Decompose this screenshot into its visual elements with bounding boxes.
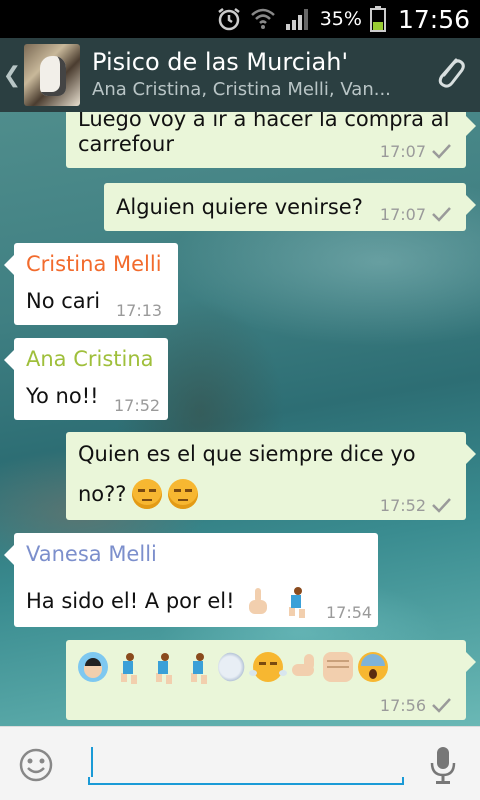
- paperclip-icon: [432, 52, 468, 98]
- message-outgoing[interactable]: Luego voy a ir a hacer la compra al carr…: [66, 112, 476, 168]
- input-underline-cap: [88, 777, 90, 785]
- message-time: 17:07: [379, 142, 426, 161]
- message-sender: Ana Cristina: [26, 347, 154, 371]
- check-icon: [430, 496, 452, 518]
- attach-button[interactable]: [420, 52, 480, 98]
- message-outgoing[interactable]: Quien es el que siempre dice yo no?? 17:…: [66, 432, 476, 520]
- dash-icon: [218, 652, 248, 682]
- chat-participants: Ana Cristina, Cristina Melli, Van...: [92, 79, 391, 100]
- message-time: 17:13: [116, 301, 163, 320]
- message-outgoing[interactable]: 17:56: [66, 640, 476, 720]
- status-bar: 35% 17:56: [0, 0, 480, 38]
- runner-icon: [183, 652, 213, 682]
- message-text: no??: [78, 482, 127, 506]
- message-text: Quien es el que siempre dice yo: [78, 442, 416, 466]
- smiley-icon[interactable]: [18, 747, 54, 787]
- message-text: carrefour: [78, 132, 174, 156]
- microphone-icon[interactable]: [428, 745, 458, 789]
- cold-sweat-icon: [78, 652, 108, 682]
- unamused-face-icon: [132, 479, 163, 509]
- runner-icon: [281, 586, 311, 616]
- check-icon: [430, 696, 452, 718]
- muscle-icon: [288, 652, 318, 682]
- runner-icon: [148, 652, 178, 682]
- alarm-icon: [216, 6, 242, 32]
- check-icon: [430, 142, 452, 164]
- wifi-icon: [250, 7, 276, 31]
- message-incoming[interactable]: Cristina Melli No cari 17:13: [4, 243, 178, 325]
- message-time: 17:52: [379, 496, 426, 515]
- scream-face-icon: [358, 652, 388, 682]
- pointing-up-icon: [243, 586, 273, 616]
- runner-icon: [113, 652, 143, 682]
- back-chevron-icon[interactable]: ❮: [2, 63, 22, 88]
- message-time: 17:07: [379, 205, 426, 224]
- battery-icon: [369, 6, 386, 32]
- message-time: 17:52: [114, 396, 161, 415]
- message-outgoing[interactable]: Alguien quiere venirse? 17:07: [104, 183, 476, 231]
- unamused-face-icon: [168, 479, 199, 509]
- message-sender: Cristina Melli: [26, 252, 162, 276]
- status-clock: 17:56: [397, 4, 470, 34]
- message-incoming[interactable]: Ana Cristina Yo no!! 17:52: [4, 338, 168, 420]
- message-input-bar: [0, 726, 480, 800]
- message-input[interactable]: [88, 739, 404, 785]
- message-sender: Vanesa Melli: [26, 542, 157, 566]
- message-incoming[interactable]: Vanesa Melli Ha sido el! A por el! 17:54: [4, 533, 378, 627]
- text-cursor: [91, 747, 93, 777]
- message-text: No cari: [26, 289, 101, 313]
- fist-icon: [323, 652, 353, 682]
- chat-header: ❮ Pisico de las Murciah' Ana Cristina, C…: [0, 38, 480, 112]
- check-icon: [430, 205, 452, 227]
- message-time: 17:56: [379, 696, 426, 715]
- group-avatar[interactable]: [24, 44, 80, 106]
- message-time: 17:54: [326, 603, 373, 622]
- chat-header-info[interactable]: Pisico de las Murciah' Ana Cristina, Cri…: [92, 47, 420, 103]
- message-text: Yo no!!: [26, 384, 99, 408]
- signal-icon: [284, 7, 312, 31]
- message-list[interactable]: Luego voy a ir a hacer la compra al carr…: [0, 112, 480, 726]
- message-text: Alguien quiere venirse?: [116, 195, 363, 219]
- message-text: Ha sido el! A por el!: [26, 589, 235, 613]
- chat-title: Pisico de las Murciah': [92, 48, 349, 76]
- battery-percent: 35%: [319, 8, 362, 30]
- input-underline-cap: [402, 777, 404, 785]
- triumph-face-icon: [249, 652, 283, 682]
